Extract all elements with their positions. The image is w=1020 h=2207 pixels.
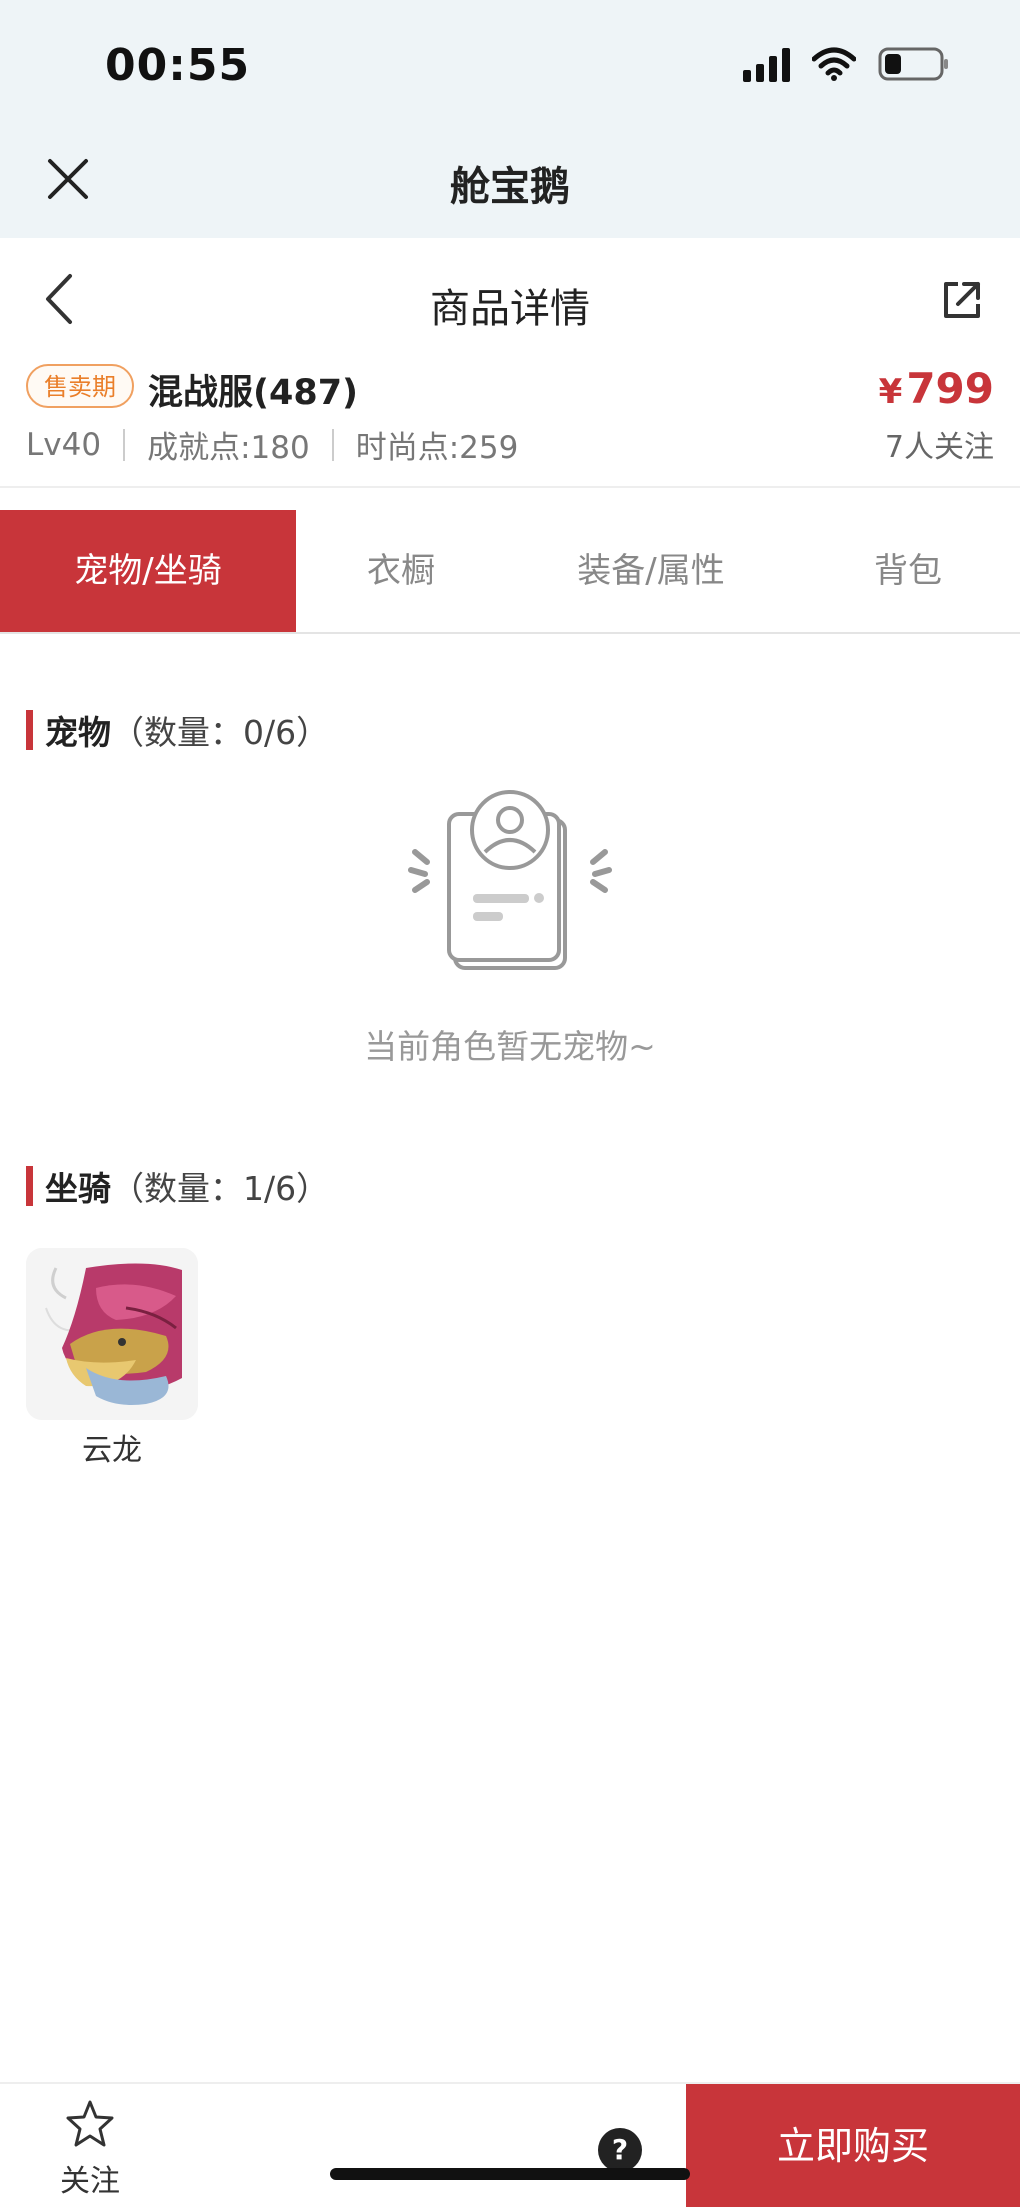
- bottom-bar: 关注 ? 立即购买: [0, 2082, 1020, 2207]
- wifi-icon: [812, 47, 856, 81]
- mounts-title: 坐骑: [45, 1169, 111, 1208]
- product-meta: Lv40 成就点:180 时尚点:259: [26, 422, 518, 467]
- section-accent-bar: [26, 710, 33, 750]
- follower-count: 7人关注: [884, 430, 994, 465]
- battery-icon: [878, 46, 950, 82]
- follow-label: 关注: [60, 2164, 120, 2199]
- status-icons: [743, 46, 950, 82]
- mount-name: 云龙: [82, 1433, 142, 1468]
- achievement-label: 成就点:180: [147, 430, 310, 466]
- signal-icon: [743, 46, 790, 82]
- level-label: Lv40: [26, 426, 102, 463]
- server-name: 混战服(487): [148, 373, 359, 413]
- follow-button[interactable]: 关注: [40, 2098, 140, 2200]
- tab-bar: 宠物/坐骑 衣橱 装备/属性 背包: [0, 510, 1020, 634]
- app-header-area: 00:55 舱宝鹅: [0, 0, 1020, 238]
- pets-section-title: 宠物 （数量：0/6）: [26, 706, 329, 754]
- status-badge: 售卖期: [26, 364, 134, 408]
- price: ¥799: [879, 364, 994, 413]
- divider: [123, 428, 126, 461]
- tab-equipment[interactable]: 装备/属性: [506, 510, 796, 632]
- tab-bag[interactable]: 背包: [796, 510, 1020, 632]
- mount-card[interactable]: [26, 1248, 198, 1420]
- page-title: 商品详情: [430, 286, 590, 332]
- help-icon[interactable]: ?: [598, 2128, 642, 2172]
- currency-symbol: ¥: [878, 372, 903, 412]
- pets-title: 宠物: [45, 713, 111, 752]
- tab-wardrobe[interactable]: 衣橱: [296, 510, 506, 632]
- star-icon: [66, 2100, 114, 2147]
- tab-pets-mounts[interactable]: 宠物/坐骑: [0, 510, 296, 632]
- product-info: 售卖期 混战服(487) Lv40 成就点:180 时尚点:259 ¥799 7…: [0, 358, 1020, 488]
- home-indicator: [330, 2168, 690, 2180]
- empty-state-text: 当前角色暂无宠物~: [364, 1027, 656, 1066]
- mounts-section-title: 坐骑 （数量：1/6）: [26, 1162, 329, 1210]
- page-nav: 商品详情: [0, 238, 1020, 358]
- pets-count: （数量：0/6）: [111, 713, 330, 752]
- empty-state-icon: [405, 790, 615, 970]
- section-accent-bar: [26, 1166, 33, 1206]
- status-time: 00:55: [105, 40, 251, 91]
- price-value: 799: [906, 364, 994, 413]
- buy-now-button[interactable]: 立即购买: [686, 2084, 1020, 2207]
- mounts-count: （数量：1/6）: [111, 1169, 330, 1208]
- divider: [331, 428, 334, 461]
- app-title: 舱宝鹅: [450, 164, 570, 210]
- fashion-label: 时尚点:259: [355, 430, 519, 466]
- share-icon[interactable]: [940, 278, 984, 322]
- dragon-image: [26, 1248, 198, 1420]
